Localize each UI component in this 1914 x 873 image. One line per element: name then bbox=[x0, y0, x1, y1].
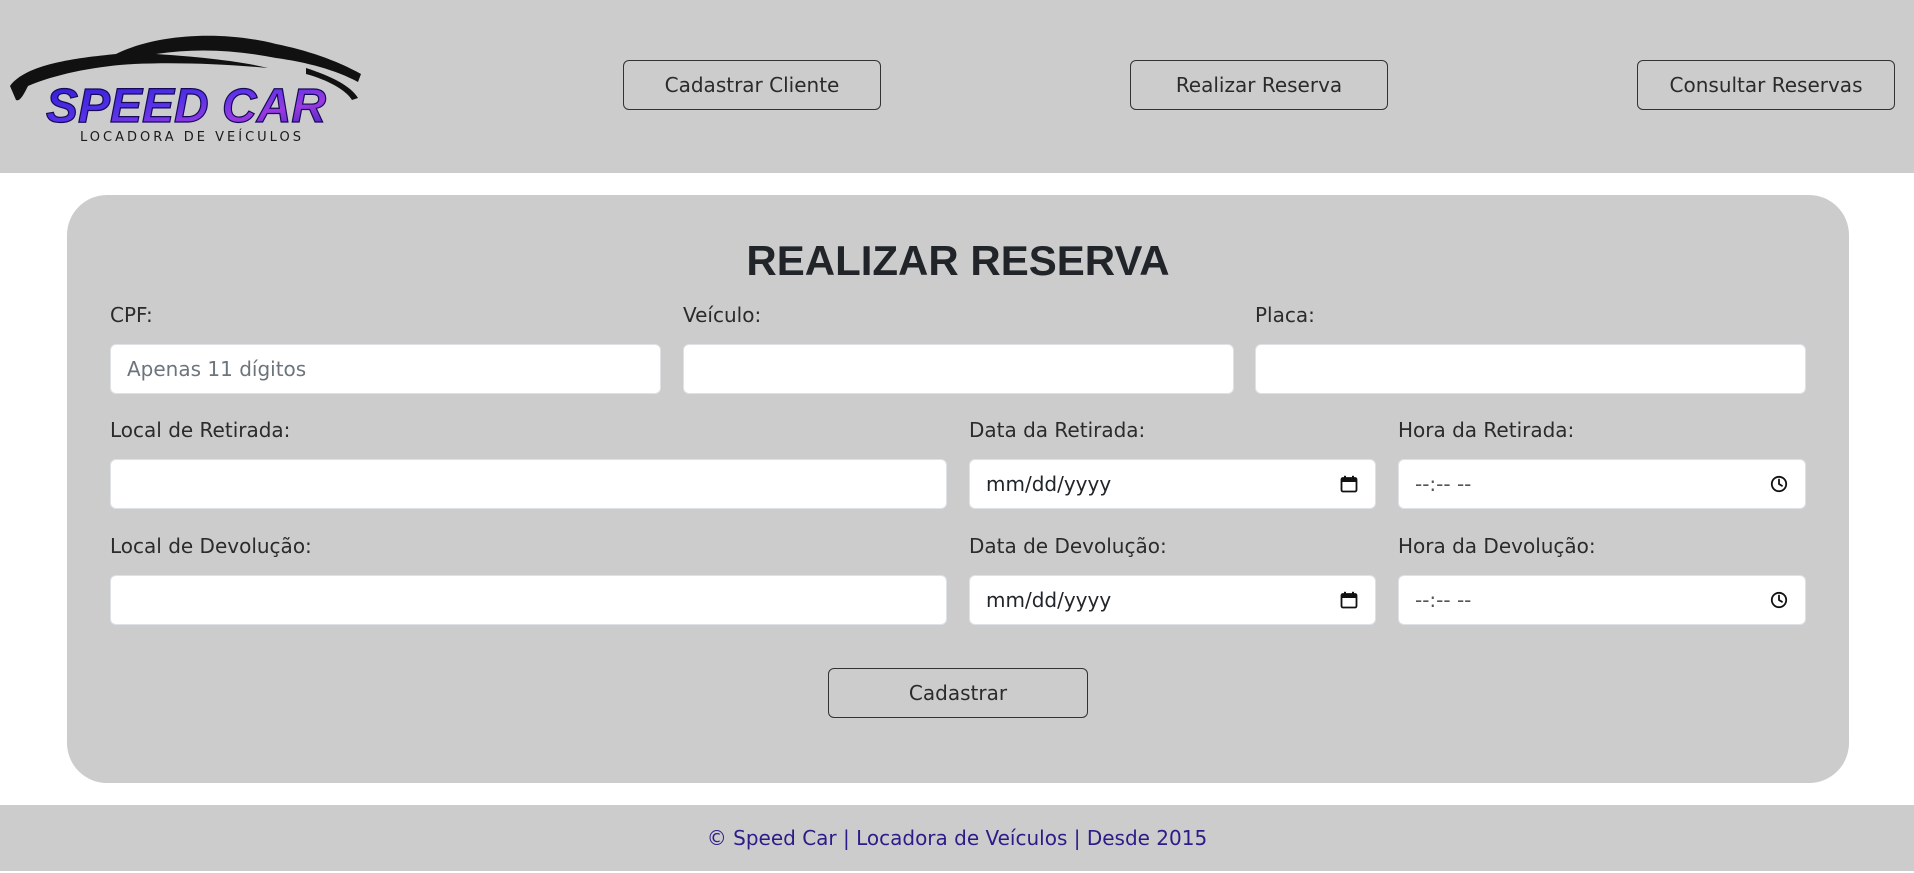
hora-retirada-input[interactable]: --:-- -- bbox=[1398, 459, 1806, 509]
cadastrar-button[interactable]: Cadastrar bbox=[828, 668, 1088, 718]
local-retirada-label: Local de Retirada: bbox=[110, 418, 291, 442]
data-retirada-label: Data da Retirada: bbox=[969, 418, 1146, 442]
local-devolucao-input[interactable] bbox=[110, 575, 947, 625]
footer-text: © Speed Car | Locadora de Veículos | Des… bbox=[706, 826, 1208, 850]
cpf-label: CPF: bbox=[110, 303, 153, 327]
data-devolucao-label: Data de Devolução: bbox=[969, 534, 1167, 558]
logo-graphic: SPEED CAR LOCADORA DE VEÍCULOS bbox=[10, 35, 361, 145]
hora-devolucao-value: --:-- -- bbox=[1415, 588, 1472, 612]
form-title: REALIZAR RESERVA bbox=[746, 237, 1170, 284]
veiculo-label: Veículo: bbox=[683, 303, 762, 327]
data-retirada-value: mm/dd/yyyy bbox=[986, 472, 1112, 496]
clock-icon[interactable] bbox=[1769, 474, 1789, 494]
hora-retirada-value: --:-- -- bbox=[1415, 472, 1472, 496]
nav-cadastrar-cliente-button[interactable]: Cadastrar Cliente bbox=[623, 60, 881, 110]
data-devolucao-value: mm/dd/yyyy bbox=[986, 588, 1112, 612]
calendar-icon[interactable] bbox=[1339, 474, 1359, 494]
clock-icon[interactable] bbox=[1769, 590, 1789, 610]
cpf-input[interactable]: Apenas 11 dígitos bbox=[110, 344, 661, 394]
site-header: SPEED CAR LOCADORA DE VEÍCULOS Cadastrar… bbox=[0, 0, 1914, 173]
hora-devolucao-input[interactable]: --:-- -- bbox=[1398, 575, 1806, 625]
local-retirada-input[interactable] bbox=[110, 459, 947, 509]
reservation-form-card: REALIZAR RESERVA CPF: Apenas 11 dígitos … bbox=[67, 195, 1849, 783]
nav-realizar-reserva-button[interactable]: Realizar Reserva bbox=[1130, 60, 1388, 110]
local-devolucao-label: Local de Devolução: bbox=[110, 534, 312, 558]
site-footer: © Speed Car | Locadora de Veículos | Des… bbox=[0, 805, 1914, 871]
placa-input[interactable] bbox=[1255, 344, 1806, 394]
calendar-icon[interactable] bbox=[1339, 590, 1359, 610]
data-devolucao-input[interactable]: mm/dd/yyyy bbox=[969, 575, 1376, 625]
hora-retirada-label: Hora da Retirada: bbox=[1398, 418, 1575, 442]
cpf-placeholder: Apenas 11 dígitos bbox=[127, 357, 307, 381]
hora-devolucao-label: Hora da Devolução: bbox=[1398, 534, 1596, 558]
logo-wordmark: SPEED CAR bbox=[46, 80, 326, 133]
speed-car-logo[interactable]: SPEED CAR LOCADORA DE VEÍCULOS bbox=[6, 24, 366, 148]
nav-consultar-reservas-button[interactable]: Consultar Reservas bbox=[1637, 60, 1895, 110]
logo-tagline: LOCADORA DE VEÍCULOS bbox=[80, 129, 304, 145]
placa-label: Placa: bbox=[1255, 303, 1315, 327]
veiculo-input[interactable] bbox=[683, 344, 1234, 394]
data-retirada-input[interactable]: mm/dd/yyyy bbox=[969, 459, 1376, 509]
